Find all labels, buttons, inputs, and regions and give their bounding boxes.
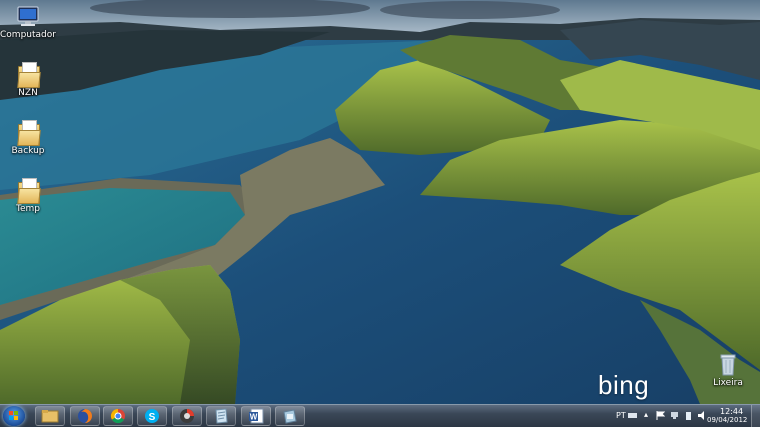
desktop-icon-label: Computador	[0, 30, 56, 40]
folder-icon	[17, 178, 41, 204]
taskbar-utility-button[interactable]	[275, 406, 305, 426]
system-tray: PT ▴ 12:44 09/04/2012	[590, 405, 760, 427]
folder-icon	[17, 62, 41, 88]
language-indicator[interactable]: PT	[616, 411, 626, 420]
show-hidden-icons-arrow-icon[interactable]: ▴	[644, 410, 648, 419]
desktop-icon-label: Backup	[11, 146, 45, 156]
taskbar-document-button[interactable]	[206, 406, 236, 426]
folder-icon	[41, 410, 59, 423]
media-player-icon	[180, 409, 194, 423]
start-button[interactable]	[3, 406, 25, 426]
taskbar-media-button[interactable]	[172, 406, 202, 426]
svg-text:S: S	[149, 412, 156, 423]
svg-text:W: W	[250, 413, 258, 422]
show-desktop-button[interactable]	[751, 405, 760, 427]
desktop-wallpaper	[0, 0, 760, 404]
computer-icon	[17, 6, 39, 26]
keyboard-icon[interactable]	[628, 411, 637, 420]
skype-icon: S	[145, 409, 159, 423]
desktop-icon-recycle-bin[interactable]: Lixeira	[700, 352, 756, 388]
recycle-bin-icon	[720, 354, 736, 376]
desktop-icon-temp[interactable]: Temp	[0, 178, 56, 214]
desktop-icon-label: Lixeira	[713, 378, 743, 388]
document-icon	[215, 408, 228, 424]
network-icon[interactable]	[670, 411, 679, 420]
windows-logo-icon	[9, 411, 19, 421]
flag-icon[interactable]	[656, 411, 665, 420]
desktop-icon-label: NZN	[18, 88, 38, 98]
desktop-icon-computer[interactable]: Computador	[0, 6, 56, 40]
taskbar-skype-button[interactable]: S	[137, 406, 167, 426]
word-icon: W	[249, 408, 264, 424]
taskbar-chrome-button[interactable]	[103, 406, 133, 426]
taskbar-explorer-button[interactable]	[35, 406, 65, 426]
taskbar: S W PT ▴ 12:44 09/04/2012	[0, 404, 760, 427]
desktop-icon-label: Temp	[16, 204, 40, 214]
battery-icon[interactable]	[684, 411, 693, 420]
volume-icon[interactable]	[698, 411, 707, 420]
chrome-icon	[110, 408, 125, 424]
desktop-icon-backup[interactable]: Backup	[0, 120, 56, 156]
firefox-icon	[78, 409, 92, 423]
taskbar-word-button[interactable]: W	[241, 406, 271, 426]
folder-icon	[17, 120, 41, 146]
clock-date[interactable]: 09/04/2012	[707, 416, 747, 424]
bing-watermark: bing	[598, 370, 650, 400]
desktop-icon-nzn[interactable]: NZN	[0, 62, 56, 98]
utility-icon	[283, 409, 297, 424]
landscape-image	[0, 0, 760, 404]
clock-time[interactable]: 12:44	[720, 407, 743, 416]
taskbar-firefox-button[interactable]	[70, 406, 100, 426]
